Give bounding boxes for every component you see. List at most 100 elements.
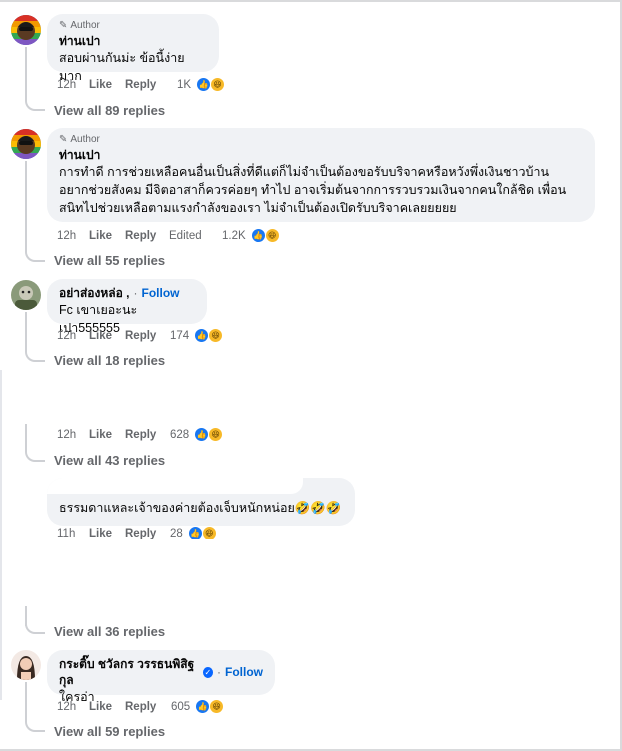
author-badge: ✎ Author bbox=[59, 134, 583, 145]
comment-text-line: อยากช่วยสังคม มีจิตอาสาก็ควรค่อยๆ ทำไป อ… bbox=[59, 183, 567, 197]
haha-reaction-icon: 😆 bbox=[210, 77, 226, 92]
thread-connector bbox=[25, 248, 45, 262]
avatar[interactable] bbox=[11, 650, 41, 680]
comment-bubble: กระติ๊บ ชวัลกร วรรธนพิสิฐกุล ✓ · Follow … bbox=[47, 650, 275, 704]
comment-text-line: การทำดี การช่วยเหลือคนอื่นเป็นสิ่งที่ดีแ… bbox=[59, 165, 550, 179]
reaction-count: 1.2K bbox=[222, 229, 246, 242]
thread-connector bbox=[25, 348, 45, 362]
frame-top-border bbox=[0, 0, 622, 2]
like-button[interactable]: Like bbox=[89, 230, 125, 242]
reply-button[interactable]: Reply bbox=[125, 330, 169, 342]
reactions-summary[interactable]: 28 👍 😆 bbox=[170, 526, 217, 539]
thread-connector bbox=[25, 718, 45, 732]
reply-button[interactable]: Reply bbox=[125, 701, 169, 713]
like-reaction-icon: 👍 bbox=[196, 77, 212, 92]
timestamp[interactable]: 12h bbox=[57, 429, 89, 441]
pen-icon: ✎ bbox=[59, 134, 68, 145]
edited-label[interactable]: Edited bbox=[169, 230, 213, 242]
comment-bubble: ธรรมดาแหละเจ้าของค่ายต้องเจ็บหนักหน่อย🤣🤣… bbox=[47, 478, 355, 526]
avatar-image bbox=[11, 280, 41, 310]
reactions-summary[interactable]: 628 👍 😆 bbox=[170, 427, 224, 442]
view-replies-link[interactable]: View all 59 replies bbox=[54, 724, 165, 739]
avatar[interactable] bbox=[11, 280, 41, 310]
thread-line bbox=[25, 161, 27, 250]
reply-button[interactable]: Reply bbox=[125, 79, 169, 91]
like-button[interactable]: Like bbox=[89, 701, 125, 713]
follow-button[interactable]: Follow bbox=[225, 664, 263, 680]
separator-dot: · bbox=[133, 286, 138, 300]
timestamp[interactable]: 12h bbox=[57, 701, 89, 713]
view-replies-link[interactable]: View all 36 replies bbox=[54, 624, 165, 639]
haha-reaction-icon: 😆 bbox=[208, 328, 224, 343]
view-replies-link[interactable]: View all 43 replies bbox=[54, 453, 165, 468]
verified-badge-icon: ✓ bbox=[202, 666, 213, 678]
reply-button[interactable]: Reply bbox=[125, 429, 169, 441]
like-button[interactable]: Like bbox=[89, 429, 125, 441]
avatar[interactable] bbox=[11, 15, 41, 45]
commenter-name-text[interactable]: กระติ๊บ ชวัลกร วรรธนพิสิฐกุล bbox=[59, 656, 199, 688]
comment-actions-clipped: 11h Like Reply 28 👍 😆 bbox=[57, 526, 357, 539]
commenter-name[interactable]: ท่านเปา bbox=[59, 33, 207, 49]
like-reaction-icon: 👍 bbox=[194, 427, 210, 442]
commenter-name-text[interactable]: อย่าส่องหล่อ , bbox=[59, 285, 130, 301]
timestamp[interactable]: 12h bbox=[57, 79, 89, 91]
author-badge-label: Author bbox=[70, 20, 100, 31]
reaction-count: 605 bbox=[171, 700, 191, 713]
comment-actions: 12h Like Reply Edited 1.2K 👍 😆 bbox=[57, 228, 280, 243]
comment-actions: 12h Like Reply 174 👍 😆 bbox=[57, 328, 224, 343]
reactions-summary[interactable]: 1.2K 👍 😆 bbox=[222, 228, 280, 243]
frame-left-border bbox=[0, 370, 2, 700]
like-button[interactable]: Like bbox=[89, 330, 125, 342]
comment-actions: 11h Like Reply 28 👍 😆 bbox=[57, 526, 217, 539]
avatar-image bbox=[11, 129, 41, 159]
commenter-name[interactable]: กระติ๊บ ชวัลกร วรรธนพิสิฐกุล ✓ · Follow bbox=[59, 656, 263, 688]
commenter-name[interactable]: ท่านเปา bbox=[59, 147, 583, 163]
timestamp[interactable]: 12h bbox=[57, 230, 89, 242]
avatar-image bbox=[11, 650, 41, 680]
follow-button[interactable]: Follow bbox=[142, 285, 180, 301]
reaction-count: 1K bbox=[177, 78, 192, 91]
separator-dot: · bbox=[217, 665, 221, 679]
comment-bubble: ✎ Author ท่านเปา การทำดี การช่วยเหลือคนอ… bbox=[47, 128, 595, 222]
thread-line bbox=[25, 424, 27, 450]
timestamp[interactable]: 12h bbox=[57, 330, 89, 342]
view-replies-link[interactable]: View all 55 replies bbox=[54, 253, 165, 268]
comment-actions: 12h Like Reply 628 👍 😆 bbox=[57, 427, 224, 442]
reply-button[interactable]: Reply bbox=[125, 230, 169, 242]
thread-line bbox=[25, 312, 27, 350]
reply-button[interactable]: Reply bbox=[125, 528, 169, 540]
thread-line bbox=[25, 682, 27, 722]
like-reaction-icon: 👍 bbox=[250, 228, 266, 243]
like-reaction-icon: 👍 bbox=[195, 699, 211, 714]
avatar[interactable] bbox=[11, 129, 41, 159]
reactions-summary[interactable]: 1K 👍 😆 bbox=[177, 77, 226, 92]
reaction-count: 628 bbox=[170, 428, 190, 441]
view-replies-link[interactable]: View all 89 replies bbox=[54, 103, 165, 118]
like-button[interactable]: Like bbox=[89, 528, 125, 540]
thread-line bbox=[25, 47, 27, 99]
haha-reaction-icon: 😆 bbox=[209, 699, 225, 714]
name-mask bbox=[47, 478, 303, 494]
avatar-image bbox=[11, 15, 41, 45]
author-badge-label: Author bbox=[70, 134, 100, 145]
comment-bubble: ✎ Author ท่านเปา สอบผ่านกันม่ะ ข้อนี้ง่า… bbox=[47, 14, 219, 83]
thread-connector bbox=[25, 448, 45, 462]
commenter-name[interactable]: อย่าส่องหล่อ , · Follow bbox=[59, 285, 195, 301]
haha-reaction-icon: 😆 bbox=[208, 427, 224, 442]
comment-text-line: สนิทไปช่วยเหลือตามแรงกำลังของเรา ไม่จำเป… bbox=[59, 201, 457, 215]
timestamp[interactable]: 11h bbox=[57, 528, 89, 540]
comment-text: ธรรมดาแหละเจ้าของค่ายต้องเจ็บหนักหน่อย🤣🤣… bbox=[59, 501, 342, 515]
reaction-count: 28 bbox=[170, 527, 183, 540]
thread-connector bbox=[25, 620, 45, 634]
like-reaction-icon: 👍 bbox=[187, 526, 203, 539]
view-replies-link[interactable]: View all 18 replies bbox=[54, 353, 165, 368]
reactions-summary[interactable]: 174 👍 😆 bbox=[170, 328, 224, 343]
comment-actions: 12h Like Reply 1K 👍 😆 bbox=[57, 77, 226, 92]
comment-bubble: อย่าส่องหล่อ , · Follow Fc เขาเยอะนะเปา5… bbox=[47, 279, 207, 335]
thread-connector bbox=[25, 97, 45, 111]
haha-reaction-icon: 😆 bbox=[264, 228, 280, 243]
commenter-name-text[interactable]: ท่านเปา bbox=[59, 147, 100, 163]
like-button[interactable]: Like bbox=[89, 79, 125, 91]
commenter-name-text[interactable]: ท่านเปา bbox=[59, 33, 100, 49]
reactions-summary[interactable]: 605 👍 😆 bbox=[171, 699, 225, 714]
